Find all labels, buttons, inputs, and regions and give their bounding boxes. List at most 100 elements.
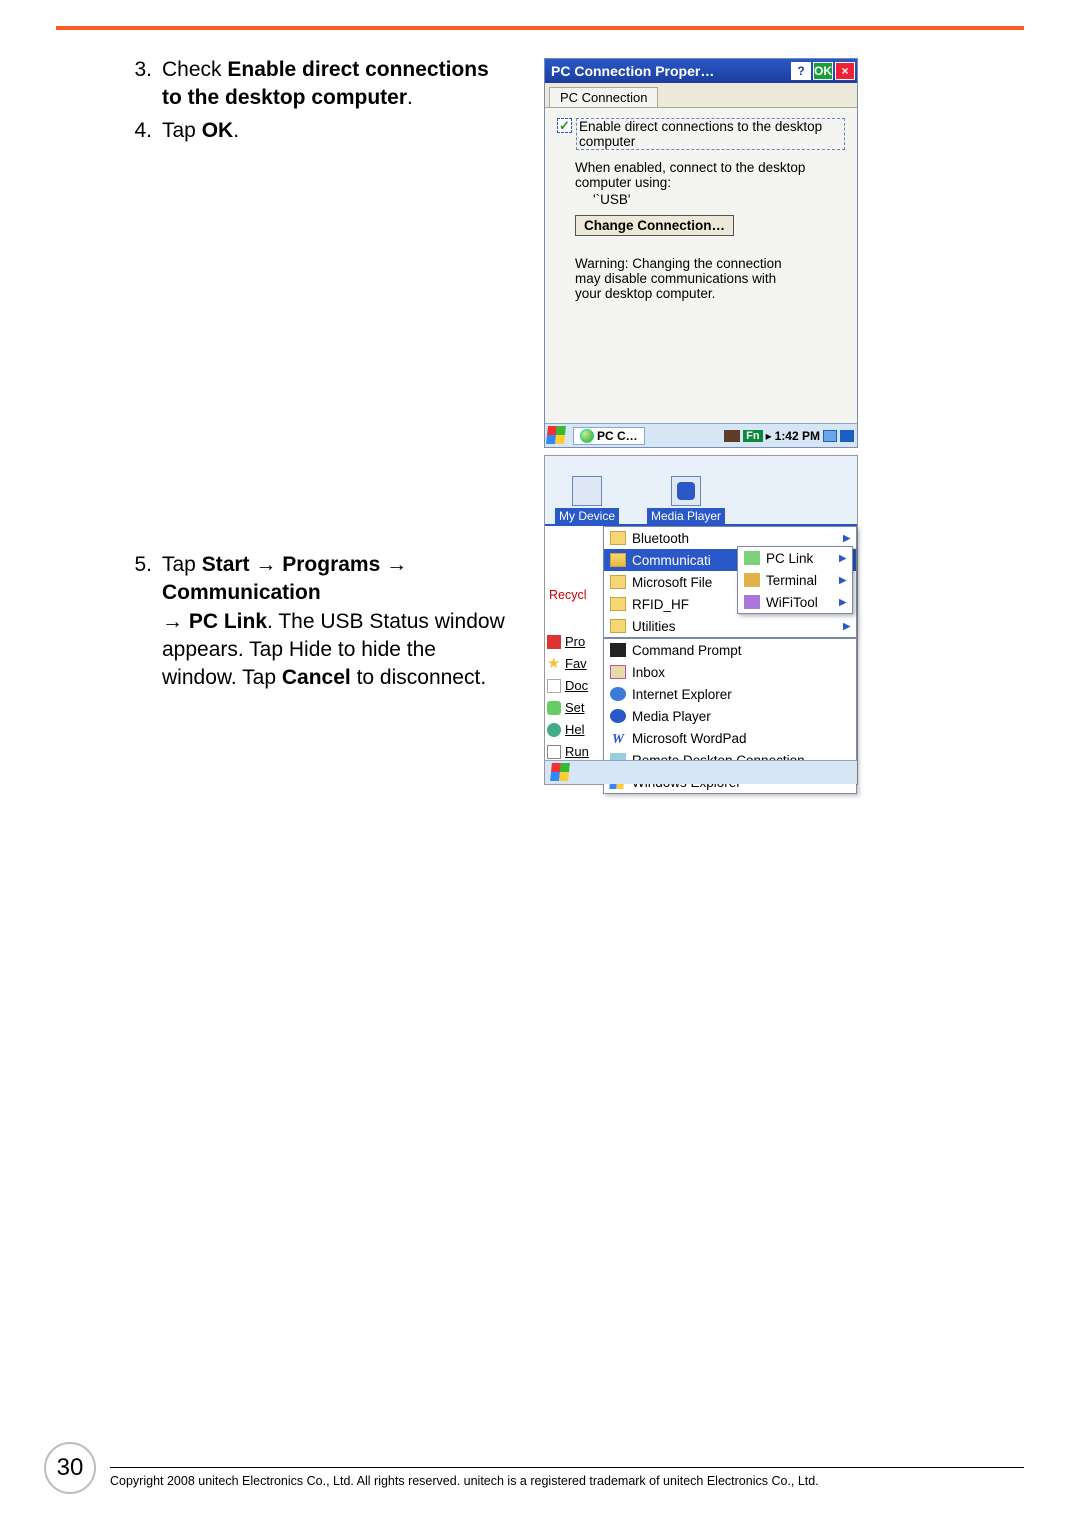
- folder-icon: [610, 575, 626, 589]
- folder-open-icon: [610, 553, 626, 567]
- windows-flag-icon: [546, 426, 566, 444]
- app-media-player[interactable]: Media Player: [604, 705, 856, 727]
- tray-arrow: ▸: [766, 429, 772, 443]
- run-icon: [547, 745, 561, 759]
- bold-text: OK: [202, 119, 234, 142]
- settings-icon: [547, 701, 561, 715]
- lbl: Hel: [565, 722, 585, 737]
- close-button[interactable]: ×: [835, 62, 855, 80]
- tray-network-icon[interactable]: [840, 430, 854, 442]
- warning-text: Warning: Changing the connection may dis…: [575, 256, 785, 301]
- label: Command Prompt: [632, 643, 742, 658]
- menu-item-utilities[interactable]: Utilities▸: [604, 615, 856, 637]
- label: Internet Explorer: [632, 687, 732, 702]
- label: Inbox: [632, 665, 665, 680]
- step-number: 4.: [128, 117, 162, 145]
- pc-link-icon: [744, 551, 760, 565]
- label: Microsoft File: [632, 575, 712, 590]
- submenu-arrow-icon: ▸: [839, 550, 846, 566]
- text: Check: [162, 58, 227, 81]
- command-prompt-icon: [610, 643, 626, 657]
- app-internet-explorer[interactable]: Internet Explorer: [604, 683, 856, 705]
- step-text: Tap OK.: [162, 117, 508, 145]
- inbox-icon: [610, 665, 626, 679]
- taskbar: PC C… Fn ▸ 1:42 PM: [545, 423, 857, 447]
- desktop-icon-label: My Device: [555, 508, 619, 524]
- window-title: PC Connection Proper…: [551, 63, 714, 79]
- checkbox-label: Enable direct connections to the desktop…: [576, 118, 845, 150]
- lbl: Doc: [565, 678, 588, 693]
- footer-copyright: Copyright 2008 unitech Electronics Co., …: [110, 1467, 1024, 1488]
- taskbar-item[interactable]: PC C…: [573, 427, 645, 445]
- submenu-arrow-icon: ▸: [839, 594, 846, 610]
- lbl: Fav: [565, 656, 587, 671]
- taskbar-item-label: PC C…: [597, 429, 638, 443]
- label: Bluetooth: [632, 531, 689, 546]
- screenshot-pc-connection-dialog: PC Connection Proper… ? OK × PC Connecti…: [544, 58, 858, 448]
- start-item-documents[interactable]: Doc: [547, 675, 589, 697]
- activesync-icon: [580, 429, 594, 443]
- t: Tap: [162, 553, 202, 576]
- a: →: [380, 553, 407, 576]
- app-wordpad[interactable]: WMicrosoft WordPad: [604, 727, 856, 749]
- tray-kb-icon[interactable]: [724, 430, 740, 442]
- programs-icon: [547, 635, 561, 649]
- change-connection-button[interactable]: Change Connection…: [575, 215, 734, 236]
- submenu-item-terminal[interactable]: Terminal▸: [738, 569, 852, 591]
- ok-button[interactable]: OK: [813, 62, 833, 80]
- text: .: [407, 86, 413, 109]
- b: Communication: [162, 581, 321, 604]
- b: Cancel: [282, 666, 351, 689]
- tray-clock: 1:42 PM: [775, 429, 820, 443]
- a: →: [250, 553, 283, 576]
- title-bar: PC Connection Proper… ? OK ×: [545, 59, 857, 83]
- label: Media Player: [632, 709, 711, 724]
- media-player-icon: [610, 709, 626, 723]
- documents-icon: [547, 679, 561, 693]
- submenu-item-wifitool[interactable]: WiFiTool▸: [738, 591, 852, 613]
- media-player-icon: [671, 476, 701, 506]
- a: →: [162, 610, 189, 633]
- step-text: Tap Start → Programs → Communication → P…: [162, 551, 508, 693]
- lbl: Set: [565, 700, 585, 715]
- tray-desktop-icon[interactable]: [823, 430, 837, 442]
- windows-flag-icon: [550, 763, 570, 781]
- app-command-prompt[interactable]: Command Prompt: [604, 639, 856, 661]
- lbl: Pro: [565, 634, 585, 649]
- start-item-programs[interactable]: Pro: [547, 631, 589, 653]
- app-inbox[interactable]: Inbox: [604, 661, 856, 683]
- communication-submenu: PC Link▸ Terminal▸ WiFiTool▸: [737, 546, 853, 614]
- submenu-item-pc-link[interactable]: PC Link▸: [738, 547, 852, 569]
- folder-icon: [610, 619, 626, 633]
- b: PC Link: [189, 610, 267, 633]
- lbl: Run: [565, 744, 589, 759]
- b: Programs: [282, 553, 380, 576]
- text: Tap: [162, 119, 202, 142]
- start-button[interactable]: [547, 426, 569, 446]
- folder-icon: [610, 597, 626, 611]
- tab-pc-connection[interactable]: PC Connection: [549, 87, 658, 107]
- start-item-favorites[interactable]: ★Fav: [547, 653, 589, 675]
- step-number: 5.: [128, 551, 162, 693]
- step-4: 4. Tap OK.: [128, 117, 508, 145]
- terminal-icon: [744, 573, 760, 587]
- folder-icon: [610, 531, 626, 545]
- step-5: 5. Tap Start → Programs → Communication …: [128, 551, 508, 693]
- screenshot-start-menu: My Device Media Player Recycl Pro ★Fav D…: [544, 455, 858, 785]
- start-item-settings[interactable]: Set: [547, 697, 589, 719]
- tray-fn-icon[interactable]: Fn: [743, 430, 762, 442]
- steps-list: 3. Check Enable direct connections to th…: [128, 56, 508, 149]
- help-button[interactable]: ?: [791, 62, 811, 80]
- internet-explorer-icon: [610, 687, 626, 701]
- tab-strip: PC Connection: [545, 83, 857, 108]
- page-number: 30: [44, 1442, 96, 1494]
- checkbox-row: ✓ Enable direct connections to the deskt…: [557, 118, 845, 150]
- desktop-icon-media-player[interactable]: Media Player: [647, 476, 725, 524]
- desktop-icon-my-device[interactable]: My Device: [555, 476, 619, 524]
- checkbox-enable-direct[interactable]: ✓: [557, 118, 572, 133]
- start-item-help[interactable]: Hel: [547, 719, 589, 741]
- label: RFID_HF: [632, 597, 689, 612]
- start-button[interactable]: [551, 763, 573, 783]
- system-tray: Fn ▸ 1:42 PM: [724, 429, 857, 443]
- when-enabled-text: When enabled, connect to the desktop com…: [575, 160, 845, 190]
